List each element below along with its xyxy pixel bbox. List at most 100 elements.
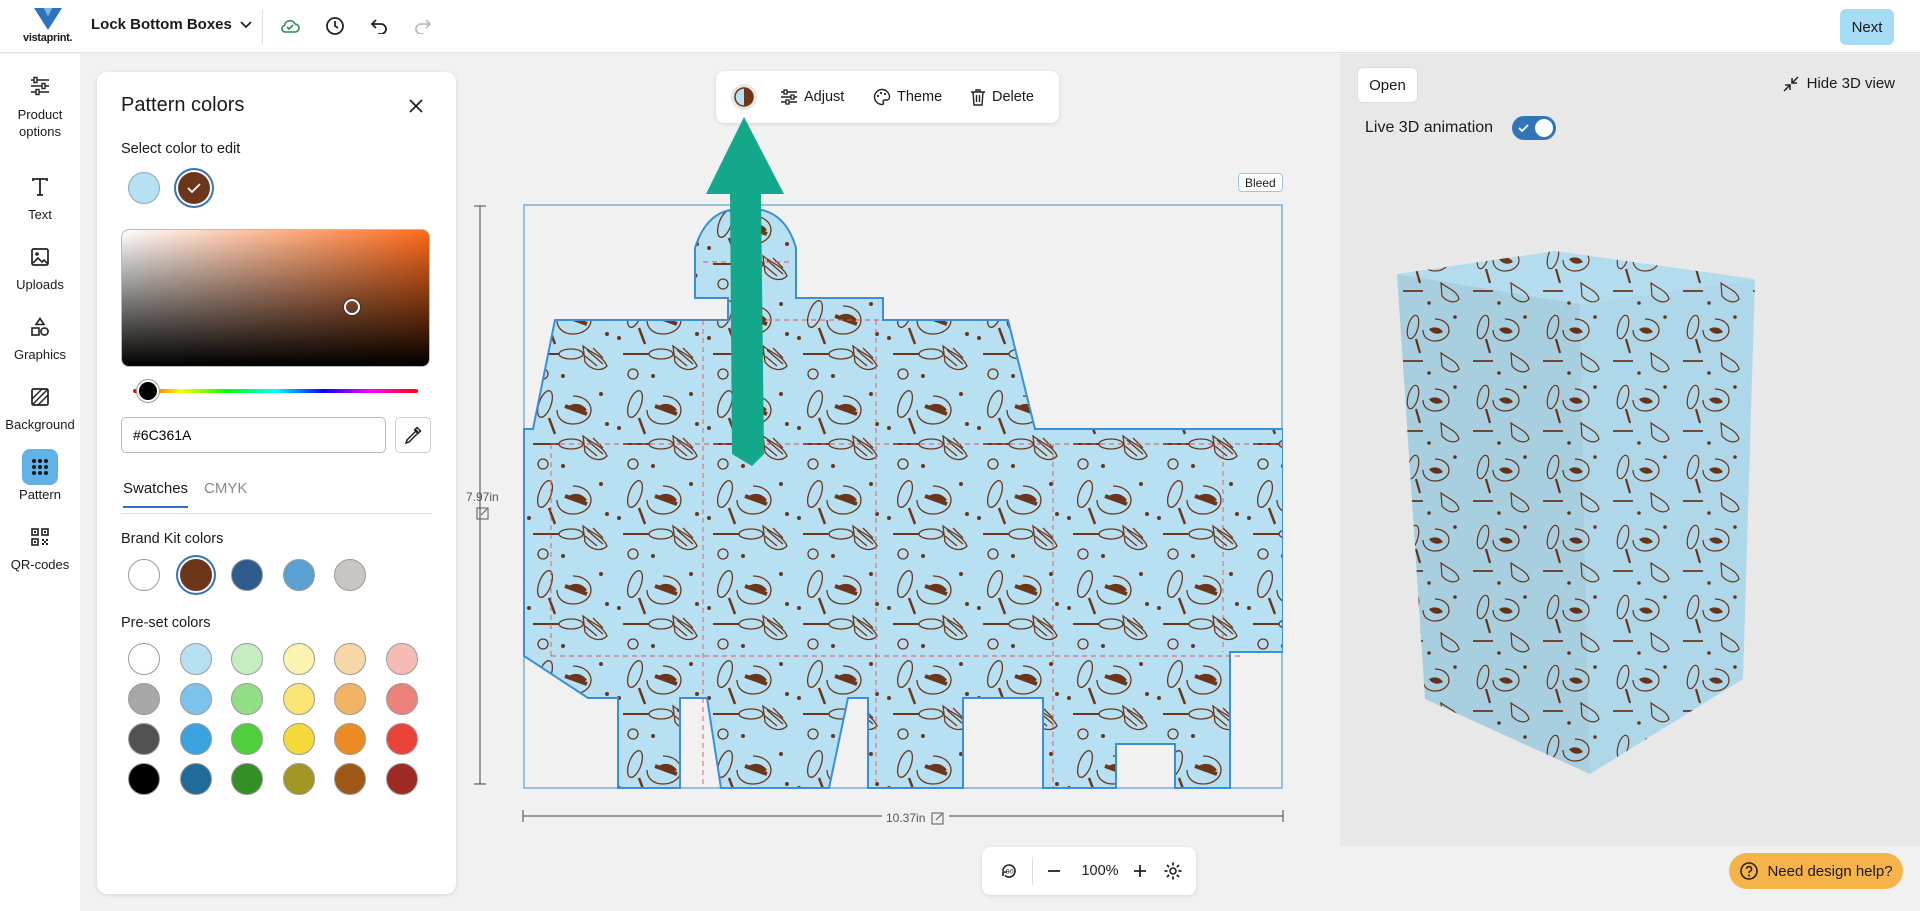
document-title: Lock Bottom Boxes bbox=[91, 16, 232, 33]
height-dimension-label[interactable]: 7.97in bbox=[466, 490, 499, 523]
eyedropper-button[interactable] bbox=[395, 417, 431, 453]
preset-color-swatch[interactable] bbox=[334, 643, 366, 675]
panel-title: Pattern colors bbox=[121, 94, 245, 116]
checkmark-icon bbox=[187, 183, 201, 194]
cloud-saved-icon[interactable] bbox=[278, 14, 302, 38]
preset-color-swatch[interactable] bbox=[385, 723, 418, 755]
rail-item-qr-codes[interactable]: QR-codes bbox=[0, 519, 80, 572]
preset-color-swatch[interactable] bbox=[179, 643, 212, 675]
preset-color-swatch[interactable] bbox=[179, 683, 212, 715]
preset-color-swatch[interactable] bbox=[128, 643, 160, 675]
hide-3d-view-button[interactable]: Hide 3D view bbox=[1783, 75, 1895, 92]
qr-code-icon bbox=[22, 519, 58, 555]
history-icon[interactable] bbox=[323, 14, 347, 38]
rail-item-product-options[interactable]: Product options bbox=[0, 68, 80, 140]
preset-color-swatch[interactable] bbox=[128, 683, 160, 715]
help-question-icon bbox=[1740, 862, 1759, 880]
preset-color-swatch[interactable] bbox=[231, 643, 263, 675]
preset-color-swatch[interactable] bbox=[385, 643, 418, 675]
preset-color-swatch[interactable] bbox=[385, 763, 418, 795]
preset-color-swatch[interactable] bbox=[282, 763, 315, 795]
preset-color-swatch[interactable] bbox=[282, 723, 315, 755]
brand-color-swatch[interactable] bbox=[231, 559, 263, 591]
toggle-knob bbox=[1535, 119, 1553, 137]
need-design-help-label: Need design help? bbox=[1767, 862, 1893, 880]
next-button[interactable]: Next bbox=[1840, 9, 1894, 45]
collapse-icon bbox=[1783, 75, 1799, 92]
brand-color-swatch[interactable] bbox=[128, 559, 160, 591]
half-color-swatch-icon bbox=[731, 84, 757, 110]
toolbar-divider bbox=[262, 10, 263, 44]
sliders-icon bbox=[781, 89, 797, 105]
undo-icon[interactable] bbox=[367, 14, 391, 38]
recolor-pattern-button[interactable] bbox=[730, 83, 758, 111]
delete-button[interactable]: Delete bbox=[970, 83, 1034, 111]
preset-color-swatch[interactable] bbox=[282, 643, 315, 675]
rail-item-graphics[interactable]: Graphics bbox=[0, 309, 80, 362]
preset-color-swatch[interactable] bbox=[231, 763, 263, 795]
width-value: 10.37in bbox=[886, 811, 926, 825]
document-title-dropdown[interactable]: Lock Bottom Boxes bbox=[91, 16, 252, 33]
preset-color-swatch[interactable] bbox=[179, 723, 212, 755]
hue-slider-thumb[interactable] bbox=[137, 380, 159, 402]
rail-item-background[interactable]: Background bbox=[0, 379, 80, 432]
shapes-icon bbox=[22, 309, 58, 345]
rail-item-pattern[interactable]: Pattern bbox=[0, 449, 80, 502]
need-design-help-button[interactable]: Need design help? bbox=[1729, 853, 1903, 889]
color-picker-handle[interactable] bbox=[344, 299, 360, 315]
rail-label-text: Text bbox=[28, 207, 52, 222]
preset-color-swatch[interactable] bbox=[385, 683, 418, 715]
live-3d-animation-label: Live 3D animation bbox=[1365, 119, 1494, 136]
live-3d-animation-toggle[interactable] bbox=[1512, 116, 1556, 140]
preset-color-swatch[interactable] bbox=[128, 723, 160, 755]
edit-dimension-icon bbox=[931, 812, 944, 825]
preset-color-swatch[interactable] bbox=[231, 723, 263, 755]
zoom-in-button[interactable] bbox=[1128, 859, 1152, 883]
preset-colors-label: Pre-set colors bbox=[121, 615, 211, 631]
trash-icon bbox=[971, 89, 985, 106]
bleed-badge[interactable]: Bleed bbox=[1238, 173, 1283, 192]
pattern-grid-icon bbox=[22, 449, 58, 485]
rail-item-text[interactable]: Text bbox=[0, 169, 80, 222]
eyedropper-icon bbox=[404, 426, 422, 444]
preset-color-swatch[interactable] bbox=[282, 683, 315, 715]
saturation-brightness-picker[interactable] bbox=[121, 229, 430, 367]
gear-icon bbox=[1164, 862, 1182, 880]
close-icon[interactable] bbox=[406, 96, 426, 116]
check-icon bbox=[1518, 124, 1529, 133]
brand-color-swatch[interactable] bbox=[179, 559, 212, 591]
redo-icon[interactable] bbox=[411, 14, 435, 38]
tutorial-pointer-arrow bbox=[706, 117, 784, 466]
rail-item-uploads[interactable]: Uploads bbox=[0, 239, 80, 292]
image-upload-icon bbox=[22, 239, 58, 275]
select-color-label: Select color to edit bbox=[121, 141, 241, 157]
preset-color-swatch[interactable] bbox=[334, 683, 366, 715]
tab-cmyk[interactable]: CMYK bbox=[204, 480, 247, 506]
hex-color-input[interactable] bbox=[121, 417, 386, 453]
3d-box-preview[interactable] bbox=[1395, 239, 1785, 779]
selected-color-swatch-light-blue[interactable] bbox=[128, 172, 160, 204]
brand-color-swatch[interactable] bbox=[282, 559, 315, 591]
preset-color-swatch[interactable] bbox=[179, 763, 212, 795]
rotate-view-icon[interactable]: 90 bbox=[996, 859, 1022, 883]
view-settings-button[interactable] bbox=[1160, 859, 1186, 883]
tab-swatches[interactable]: Swatches bbox=[123, 480, 189, 508]
brand-color-swatch[interactable] bbox=[334, 559, 366, 591]
selected-color-swatch-brown[interactable] bbox=[178, 172, 210, 204]
color-mode-tabs: Swatches CMYK bbox=[121, 480, 432, 514]
box-dieline-artwork[interactable] bbox=[523, 204, 1283, 789]
preset-color-swatch[interactable] bbox=[231, 683, 263, 715]
vistaprint-logo[interactable]: vistaprint. bbox=[22, 6, 74, 46]
preset-color-swatch[interactable] bbox=[128, 763, 160, 795]
preset-color-swatch[interactable] bbox=[334, 723, 366, 755]
left-tool-rail: Product options Text Uploads Graphics Ba… bbox=[0, 54, 80, 911]
width-dimension-label[interactable]: 10.37in bbox=[882, 811, 950, 825]
zoom-level[interactable]: 100% bbox=[1072, 859, 1128, 883]
zoom-out-button[interactable] bbox=[1042, 859, 1066, 883]
open-3d-button[interactable]: Open bbox=[1357, 67, 1418, 103]
pattern-colors-panel: Pattern colors Select color to edit Swat… bbox=[97, 72, 456, 894]
preset-color-swatch[interactable] bbox=[334, 763, 366, 795]
theme-button[interactable]: Theme bbox=[873, 83, 942, 111]
hue-slider-track[interactable] bbox=[133, 389, 418, 393]
adjust-button[interactable]: Adjust bbox=[780, 83, 844, 111]
